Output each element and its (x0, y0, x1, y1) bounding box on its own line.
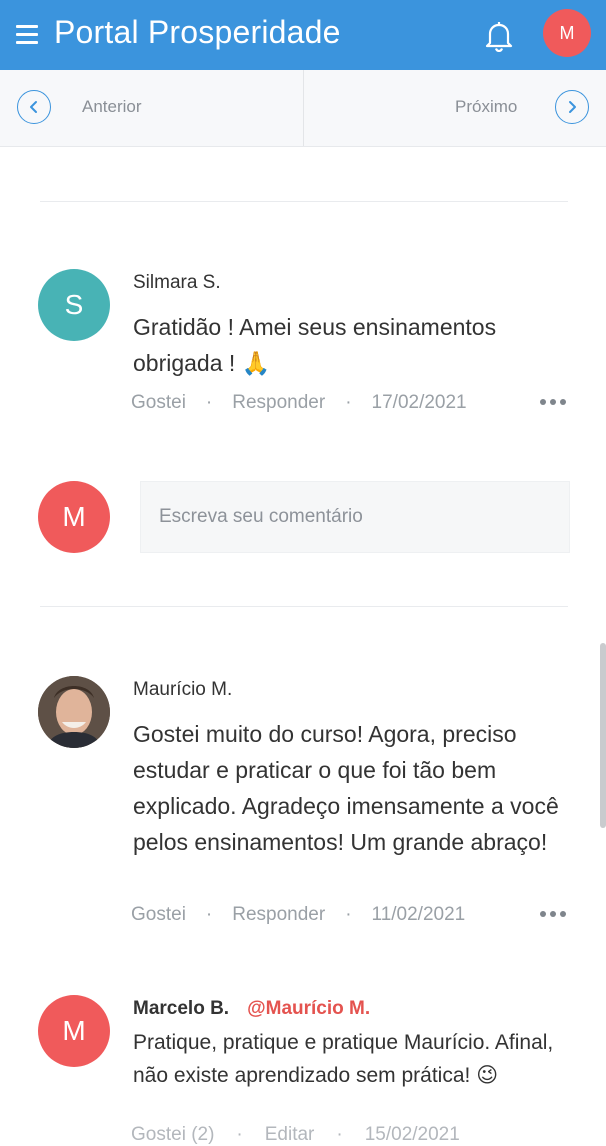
menu-icon[interactable] (16, 25, 38, 44)
comment-date: 11/02/2021 (371, 904, 466, 925)
previous-label[interactable]: Anterior (82, 97, 142, 117)
app-header: Portal Prosperidade M (0, 0, 606, 70)
reply-date: 15/02/2021 (364, 1124, 460, 1145)
separator: · (336, 1124, 343, 1145)
reply-author: Marcelo B. (133, 998, 230, 1019)
reply-avatar: M (38, 995, 110, 1067)
comment-author: Silmara S. (133, 272, 221, 293)
reply-header: Marcelo B. @Maurício M. (133, 998, 370, 1020)
edit-button[interactable]: Editar (265, 1124, 315, 1146)
chevron-left-icon (30, 101, 37, 113)
commenter-photo (38, 676, 110, 748)
composer-avatar: M (38, 481, 110, 553)
previous-button[interactable] (17, 90, 51, 124)
comment-text: Gratidão ! Amei seus ensinamentos obriga… (133, 314, 497, 376)
user-avatar[interactable]: M (543, 9, 591, 57)
chevron-right-icon (569, 101, 576, 113)
more-options-icon[interactable] (540, 909, 570, 919)
reply-meta: Gostei (2) · Editar · 15/02/2021 (131, 1124, 460, 1146)
like-button[interactable]: Gostei (131, 904, 186, 926)
bell-icon[interactable] (484, 20, 514, 53)
divider (40, 606, 568, 607)
separator: · (236, 1124, 243, 1145)
like-button[interactable]: Gostei (2) (131, 1124, 214, 1146)
next-label[interactable]: Próximo (455, 97, 517, 117)
comment-meta: Gostei · Responder · 11/02/2021 (131, 904, 465, 926)
like-button[interactable]: Gostei (131, 392, 186, 414)
comment-meta: Gostei · Responder · 17/02/2021 (131, 392, 467, 414)
separator: · (205, 392, 213, 413)
separator: · (345, 904, 352, 925)
reply-mention[interactable]: @Maurício M. (247, 998, 370, 1019)
lesson-navigation: Anterior Próximo (0, 70, 606, 147)
reply-button[interactable]: Responder (232, 904, 325, 926)
next-button[interactable] (555, 90, 589, 124)
separator: · (345, 392, 352, 413)
separator: · (205, 904, 213, 925)
divider (40, 201, 568, 202)
comment-date: 17/02/2021 (371, 392, 467, 413)
nav-divider (303, 70, 304, 146)
reply-button[interactable]: Responder (232, 392, 325, 414)
more-options-icon[interactable] (540, 397, 570, 407)
reply-text: Pratique, pratique e pratique Maurício. … (133, 1031, 554, 1087)
app-title: Portal Prosperidade (54, 14, 341, 50)
scrollbar[interactable] (600, 643, 606, 828)
comment-author: Maurício M. (133, 679, 233, 700)
commenter-avatar: S (38, 269, 110, 341)
comment-input[interactable] (140, 481, 570, 553)
comment-text: Gostei muito do curso! Agora, preciso es… (133, 721, 559, 855)
